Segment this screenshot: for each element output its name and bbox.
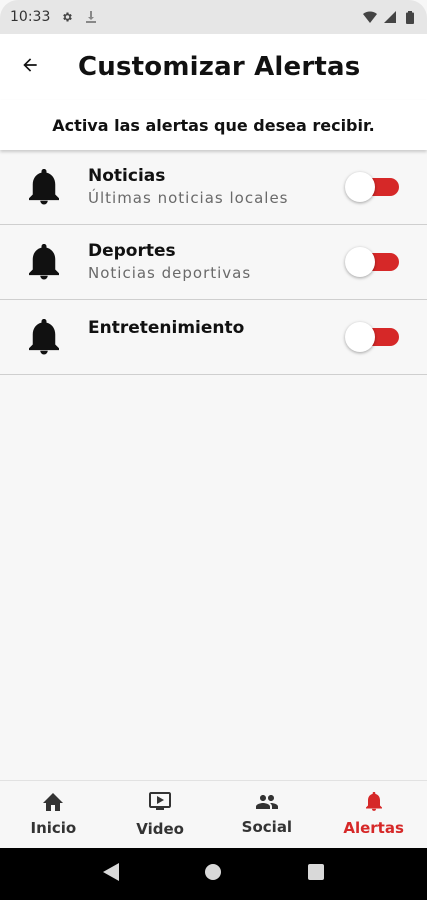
nav-item-inicio[interactable]: Inicio [0, 781, 107, 848]
bell-icon [0, 244, 88, 280]
people-icon [255, 794, 279, 814]
system-navigation-bar [0, 848, 427, 900]
system-home-button[interactable] [198, 859, 228, 889]
signal-icon [383, 10, 397, 24]
battery-icon [403, 10, 417, 24]
toggle-thumb [345, 322, 375, 352]
toggle-thumb [345, 172, 375, 202]
system-back-button[interactable] [96, 859, 126, 889]
bell-icon [365, 791, 382, 815]
page-subtitle: Activa las alertas que desea recibir. [0, 100, 427, 150]
download-icon [84, 10, 98, 24]
home-icon [43, 792, 64, 815]
noticias-toggle[interactable] [345, 172, 401, 202]
phone-screen: 10:33 Customizar Alertas Activa las aler… [0, 0, 427, 900]
bottom-navigation: Inicio Video Social Alertas [0, 780, 427, 848]
alert-item-deportes: Deportes Noticias deportivas [0, 225, 427, 300]
nav-item-social[interactable]: Social [214, 781, 321, 848]
arrow-left-icon [20, 55, 40, 79]
deportes-toggle[interactable] [345, 247, 401, 277]
bell-icon [0, 319, 88, 355]
back-button[interactable] [0, 34, 60, 100]
nav-item-video[interactable]: Video [107, 781, 214, 848]
status-time: 10:33 [10, 9, 51, 25]
app-bar: Customizar Alertas [0, 34, 427, 100]
triangle-back-icon [103, 863, 120, 885]
status-bar: 10:33 [0, 0, 427, 34]
alert-list: Noticias Últimas noticias locales Deport… [0, 150, 427, 375]
toggle-thumb [345, 247, 375, 277]
nav-label: Video [136, 819, 184, 838]
alert-item-entretenimiento: Entretenimiento [0, 300, 427, 375]
system-recents-button[interactable] [301, 859, 331, 889]
nav-label: Social [241, 817, 293, 836]
video-icon [148, 791, 172, 816]
entretenimiento-toggle[interactable] [345, 322, 401, 352]
circle-home-icon [204, 863, 222, 885]
bell-icon [0, 169, 88, 205]
page-title: Customizar Alertas [78, 52, 361, 82]
alert-item-noticias: Noticias Últimas noticias locales [0, 150, 427, 225]
wifi-icon [363, 10, 377, 24]
nav-label: Inicio [30, 818, 77, 837]
gear-icon [60, 10, 74, 24]
square-recents-icon [307, 864, 324, 884]
nav-label: Alertas [343, 819, 404, 837]
nav-item-alertas[interactable]: Alertas [320, 781, 427, 848]
